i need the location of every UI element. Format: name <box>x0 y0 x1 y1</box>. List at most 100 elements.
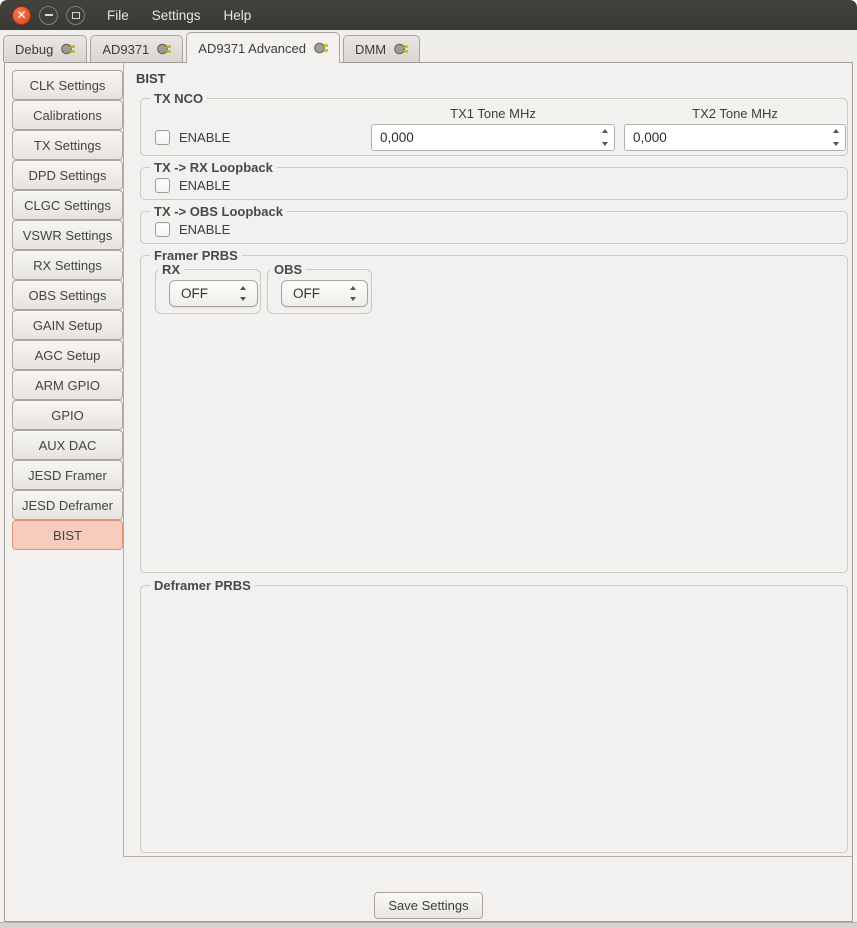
plug-icon <box>394 43 408 55</box>
plug-icon <box>61 43 75 55</box>
titlebar: ✕ File Settings Help <box>0 0 857 30</box>
tx1-tone-spin-arrows <box>596 125 614 150</box>
arrow-up-icon <box>350 286 356 290</box>
tab-dmm[interactable]: DMM <box>343 35 420 62</box>
sidebar-item-clk-settings[interactable]: CLK Settings <box>12 70 123 100</box>
tx-rx-loopback-enable-label: ENABLE <box>179 178 230 193</box>
sidebar-item-tx-settings[interactable]: TX Settings <box>12 130 123 160</box>
content-row: CLK Settings Calibrations TX Settings DP… <box>5 63 852 857</box>
tx1-tone-spinbox <box>371 124 615 151</box>
app-window: ✕ File Settings Help Debug AD9371 AD9371… <box>0 0 857 928</box>
minimize-icon <box>45 14 53 16</box>
tab-ad9371-advanced[interactable]: AD9371 Advanced <box>186 32 340 63</box>
sidebar-item-jesd-deframer[interactable]: JESD Deframer <box>12 490 123 520</box>
framer-obs-prbs-value: OFF <box>293 286 320 301</box>
sidebar-item-calibrations[interactable]: Calibrations <box>12 100 123 130</box>
sidebar-item-vswr-settings[interactable]: VSWR Settings <box>12 220 123 250</box>
tx2-tone-header: TX2 Tone MHz <box>624 102 846 124</box>
tab-ad9371[interactable]: AD9371 <box>90 35 183 62</box>
tx-nco-label: TX NCO <box>150 91 207 106</box>
arrow-down-icon <box>350 297 356 301</box>
bist-panel: BIST TX NCO TX1 Tone MHz TX2 Tone MHz EN… <box>123 63 852 857</box>
spin-down-button[interactable] <box>344 294 362 306</box>
close-button[interactable]: ✕ <box>12 6 31 25</box>
arrow-down-icon <box>833 142 839 146</box>
arrow-up-icon <box>833 129 839 133</box>
menubar: File Settings Help <box>107 8 251 23</box>
framer-prbs-group: Framer PRBS RX OFF <box>140 255 848 573</box>
menu-file[interactable]: File <box>107 8 129 23</box>
arrow-up-icon <box>240 286 246 290</box>
tab-bar: Debug AD9371 AD9371 Advanced DMM <box>0 30 857 62</box>
tx1-tone-header: TX1 Tone MHz <box>371 102 615 124</box>
sidebar-item-aux-dac[interactable]: AUX DAC <box>12 430 123 460</box>
window-bottom-edge <box>0 922 857 928</box>
menu-help[interactable]: Help <box>224 8 252 23</box>
framer-obs-prbs-spinner[interactable]: OFF <box>281 280 368 307</box>
sidebar: CLK Settings Calibrations TX Settings DP… <box>5 63 123 857</box>
tab-label: Debug <box>15 42 53 57</box>
spin-down-button[interactable] <box>234 294 252 306</box>
footer: Save Settings <box>5 857 852 921</box>
arrow-down-icon <box>240 297 246 301</box>
spin-up-button[interactable] <box>344 282 362 294</box>
tab-label: AD9371 Advanced <box>198 41 306 56</box>
tx-nco-group: TX NCO TX1 Tone MHz TX2 Tone MHz ENABLE <box>140 98 848 156</box>
sidebar-item-gpio[interactable]: GPIO <box>12 400 123 430</box>
tx-rx-loopback-enable-checkbox[interactable] <box>155 178 170 193</box>
close-icon: ✕ <box>16 9 26 21</box>
plug-icon <box>314 42 328 54</box>
tx2-tone-input[interactable] <box>624 124 846 151</box>
sidebar-item-arm-gpio[interactable]: ARM GPIO <box>12 370 123 400</box>
tx-nco-controls: ENABLE <box>155 124 847 151</box>
sidebar-item-agc-setup[interactable]: AGC Setup <box>12 340 123 370</box>
sidebar-item-clgc-settings[interactable]: CLGC Settings <box>12 190 123 220</box>
framer-obs-group: OBS OFF <box>267 269 372 314</box>
spin-down-button[interactable] <box>827 138 845 151</box>
spin-down-button[interactable] <box>596 138 614 151</box>
deframer-prbs-label: Deframer PRBS <box>150 578 255 593</box>
framer-obs-spin-arrows <box>344 282 362 305</box>
sidebar-item-bist[interactable]: BIST <box>12 520 123 550</box>
framer-prbs-label: Framer PRBS <box>150 248 242 263</box>
framer-rx-prbs-value: OFF <box>181 286 208 301</box>
framer-rx-label: RX <box>158 262 184 277</box>
arrow-down-icon <box>602 142 608 146</box>
tx-rx-loopback-label: TX -> RX Loopback <box>150 160 277 175</box>
page-title: BIST <box>136 71 848 89</box>
minimize-button[interactable] <box>39 6 58 25</box>
spin-up-button[interactable] <box>827 125 845 138</box>
sidebar-item-rx-settings[interactable]: RX Settings <box>12 250 123 280</box>
plug-icon <box>157 43 171 55</box>
sidebar-item-obs-settings[interactable]: OBS Settings <box>12 280 123 310</box>
tab-label: AD9371 <box>102 42 149 57</box>
tx-rx-loopback-group: TX -> RX Loopback ENABLE <box>140 167 848 200</box>
maximize-button[interactable] <box>66 6 85 25</box>
framer-rx-group: RX OFF <box>155 269 261 314</box>
tab-label: DMM <box>355 42 386 57</box>
tx-nco-headers: TX1 Tone MHz TX2 Tone MHz <box>155 102 847 124</box>
tx-nco-enable-checkbox[interactable] <box>155 130 170 145</box>
tab-debug[interactable]: Debug <box>3 35 87 62</box>
sidebar-item-gain-setup[interactable]: GAIN Setup <box>12 310 123 340</box>
tx-obs-loopback-label: TX -> OBS Loopback <box>150 204 287 219</box>
tx-obs-loopback-enable-checkbox[interactable] <box>155 222 170 237</box>
tx-obs-loopback-group: TX -> OBS Loopback ENABLE <box>140 211 848 244</box>
arrow-up-icon <box>602 129 608 133</box>
framer-rx-spin-arrows <box>234 282 252 305</box>
tx2-tone-spinbox <box>624 124 846 151</box>
ad9371-advanced-page: CLK Settings Calibrations TX Settings DP… <box>4 62 853 922</box>
save-settings-button[interactable]: Save Settings <box>374 892 482 919</box>
sidebar-item-jesd-framer[interactable]: JESD Framer <box>12 460 123 490</box>
window-controls: ✕ <box>12 6 85 25</box>
deframer-prbs-group: Deframer PRBS <box>140 585 848 853</box>
sidebar-item-dpd-settings[interactable]: DPD Settings <box>12 160 123 190</box>
menu-settings[interactable]: Settings <box>152 8 201 23</box>
tx-obs-loopback-enable-label: ENABLE <box>179 222 230 237</box>
spin-up-button[interactable] <box>596 125 614 138</box>
tx1-tone-input[interactable] <box>371 124 615 151</box>
spin-up-button[interactable] <box>234 282 252 294</box>
maximize-icon <box>72 12 80 19</box>
tx-nco-enable-label: ENABLE <box>179 130 230 145</box>
framer-rx-prbs-spinner[interactable]: OFF <box>169 280 258 307</box>
